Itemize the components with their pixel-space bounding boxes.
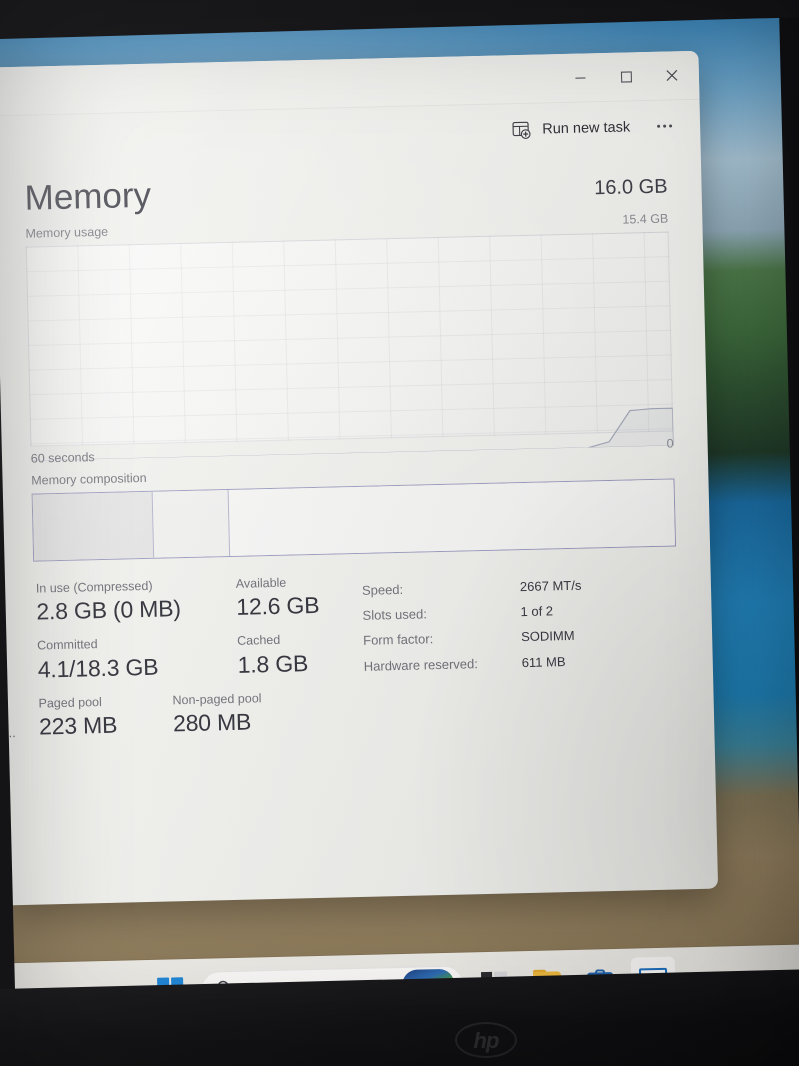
stat-cached-value: 1.8 GB [237, 649, 309, 678]
stats-row-3: Paged pool 223 MB Non-paged pool 280 MB [38, 686, 361, 751]
system-info-key: Form factor: [362, 631, 434, 649]
run-new-task-button[interactable]: Run new task [499, 111, 643, 146]
stat-available: Available 12.6 GB [236, 572, 357, 632]
stat-in-use-value: 2.8 GB (0 MB) [36, 595, 182, 625]
system-info-value: 2667 MT/s [519, 577, 582, 594]
system-info-key: Slots used: [362, 606, 428, 623]
close-icon[interactable] [649, 59, 696, 92]
system-info-value: SODIMM [520, 628, 575, 645]
memory-page: Memory 16.0 GB Memory usage 15.4 GB 60 s… [0, 151, 714, 753]
graph-axis-max-label: 15.4 GB [622, 211, 669, 227]
stats-row-2: Committed 4.1/18.3 GB Cached 1.8 GB [37, 629, 360, 694]
dot [656, 124, 660, 128]
more-options-icon[interactable] [646, 111, 683, 142]
graph-usage-line [30, 407, 674, 461]
total-memory-value: 16.0 GB [593, 175, 668, 200]
system-info-value: 611 MB [521, 653, 566, 670]
laptop-screen-photo: Gra... [0, 0, 799, 1066]
stat-paged-pool-value: 223 MB [38, 711, 118, 740]
memory-usage-label: Memory usage [25, 224, 109, 241]
stat-in-use: In use (Compressed) 2.8 GB (0 MB) [36, 575, 237, 637]
stats-row-1: In use (Compressed) 2.8 GB (0 MB) Availa… [36, 572, 359, 637]
system-info-key: Hardware reserved: [363, 655, 479, 674]
maximize-icon[interactable] [603, 60, 650, 93]
system-info-row: Hardware reserved: 611 MB [363, 648, 583, 679]
memory-system-info: Speed: 2667 MT/s Slots used: 1 of 2 Form… [358, 566, 585, 743]
memory-usage-graph[interactable] [25, 231, 674, 461]
page-title: Memory [24, 175, 152, 218]
composition-segment-standby-free[interactable] [227, 479, 676, 556]
memory-stats: In use (Compressed) 2.8 GB (0 MB) Availa… [21, 546, 688, 752]
system-info-value: 1 of 2 [520, 603, 554, 620]
stat-non-paged-pool: Non-paged pool 280 MB [172, 687, 333, 748]
minimize-icon[interactable] [557, 61, 604, 94]
hp-brand-logo: hp [455, 1022, 517, 1058]
stat-cached: Cached 1.8 GB [237, 629, 358, 689]
run-new-task-label: Run new task [542, 118, 631, 137]
stat-committed-value: 4.1/18.3 GB [37, 653, 159, 683]
screen-content: Gra... [0, 0, 799, 1026]
system-info-key: Speed: [361, 581, 404, 598]
composition-segment-modified[interactable] [151, 489, 229, 558]
dot [662, 124, 666, 128]
stat-paged-pool: Paged pool 223 MB [38, 691, 173, 752]
task-manager-window: Run new task Memory 16.0 GB Memory usage… [0, 50, 719, 906]
stat-committed: Committed 4.1/18.3 GB [37, 632, 238, 694]
stat-non-paged-pool-value: 280 MB [172, 708, 252, 737]
dot [668, 124, 672, 128]
stat-available-value: 12.6 GB [236, 592, 320, 620]
composition-segment-in-use[interactable] [32, 491, 154, 561]
memory-stats-left: In use (Compressed) 2.8 GB (0 MB) Availa… [36, 572, 362, 752]
new-task-icon [511, 119, 531, 139]
